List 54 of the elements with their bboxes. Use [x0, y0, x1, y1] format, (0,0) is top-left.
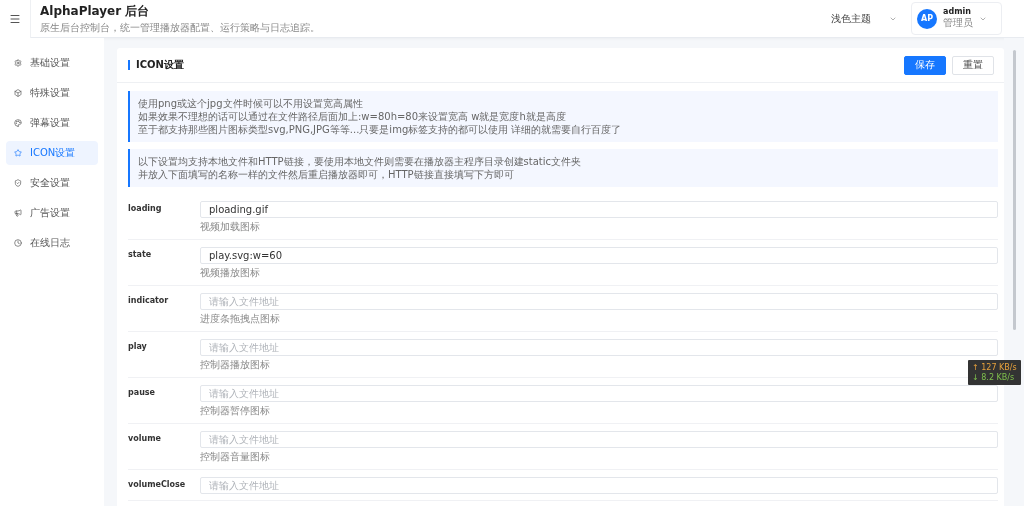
- download-speed: ↓ 8.2 KB/s: [972, 373, 1016, 382]
- field-hint: 控制器暂停图标: [200, 405, 270, 417]
- shield-check-icon: [14, 179, 22, 187]
- notice-line: 并放入下面填写的名称一样的文件然后重启播放器即可，HTTP链接直接填写下方即可: [138, 168, 515, 181]
- card-title: ICON设置: [128, 60, 184, 70]
- gear-icon: [14, 59, 22, 67]
- text-field[interactable]: ploading.gif: [200, 201, 998, 218]
- text-field[interactable]: 请输入文件地址: [200, 431, 998, 448]
- notice-line: 至于都支持那些图片图标类型svg,PNG,JPG等等...只要是img标签支持的都可以使用 详细的就需要自行百度了: [138, 123, 623, 136]
- sidebar-item[interactable]: 弹幕设置: [6, 111, 98, 135]
- sidebar-item[interactable]: ICON设置: [6, 141, 98, 165]
- text-field[interactable]: 请输入文件地址: [200, 477, 998, 494]
- field-hint: 视频播放图标: [200, 267, 260, 279]
- text-field[interactable]: play.svg:w=60: [200, 247, 998, 264]
- field-label: indicator: [128, 295, 170, 305]
- notice-line: 使用png或这个jpg文件时候可以不用设置宽高属性: [138, 97, 364, 110]
- star-icon: [14, 149, 22, 157]
- palette-icon: [14, 119, 22, 127]
- upload-speed: ↑ 127 KB/s: [972, 363, 1017, 372]
- field-hint: 视频加载图标: [200, 221, 260, 233]
- save-button[interactable]: 保存: [904, 55, 946, 75]
- sidebar-item[interactable]: 特殊设置: [6, 81, 98, 105]
- field-label: pause: [128, 387, 156, 397]
- field-label: state: [128, 249, 153, 259]
- field-label: volume: [128, 433, 162, 443]
- user-menu[interactable]: AP admin 管理员: [911, 2, 1002, 35]
- cube-icon: [14, 89, 22, 97]
- sidebar-item[interactable]: 在线日志: [6, 231, 98, 255]
- app-title: AlphaPlayer 后台: [40, 2, 151, 20]
- theme-select[interactable]: 浅色主题: [827, 7, 901, 30]
- clock-icon: [14, 239, 22, 247]
- menu-icon: [9, 12, 21, 25]
- text-field[interactable]: 请输入文件地址: [200, 339, 998, 356]
- notice-line: 以下设置均支持本地文件和HTTP链接，要使用本地文件则需要在播放器主程序目录创建static文件夹: [138, 155, 583, 168]
- app-subtitle: 原生后台控制台，统一管理播放器配置、运行策略与日志追踪。: [40, 20, 320, 35]
- user-avatar: AP: [917, 8, 937, 29]
- notice-line: 如果效果不理想的话可以通过在文件路径后面加上:w=80h=80来设置宽高 w就是宽度h就是高度: [138, 110, 567, 123]
- text-field[interactable]: 请输入文件地址: [200, 293, 998, 310]
- field-hint: 控制器播放图标: [200, 359, 270, 371]
- megaphone-icon: [14, 209, 22, 217]
- scrollbar-thumb[interactable]: [1012, 50, 1016, 330]
- reset-button[interactable]: 重置: [952, 55, 994, 75]
- user-role: 管理员: [943, 16, 973, 30]
- field-label: loading: [128, 203, 163, 213]
- sidebar-item[interactable]: 安全设置: [6, 171, 98, 195]
- field-label: volumeClose: [128, 479, 187, 489]
- field-hint: 进度条拖拽点图标: [200, 313, 280, 325]
- field-label: play: [128, 341, 148, 351]
- sidebar-item[interactable]: 基础设置: [6, 51, 98, 75]
- user-name: admin: [943, 7, 971, 16]
- sidebar-item[interactable]: 广告设置: [6, 201, 98, 225]
- field-hint: 控制器音量图标: [200, 451, 270, 463]
- text-field[interactable]: 请输入文件地址: [200, 385, 998, 402]
- menu-button[interactable]: [0, 0, 31, 38]
